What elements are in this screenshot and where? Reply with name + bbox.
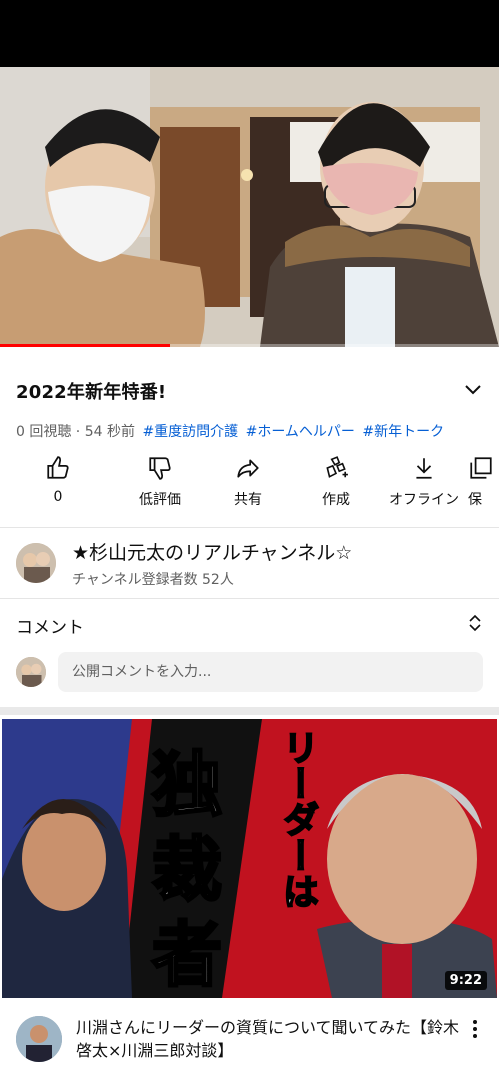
recommended-thumbnail[interactable]: 独 裁 者 リーダーは 9:22: [2, 719, 497, 998]
video-progress-bar[interactable]: [0, 344, 499, 347]
hashtag-link[interactable]: #新年トーク: [362, 424, 444, 439]
channel-avatar[interactable]: [16, 543, 56, 583]
video-progress-fill: [0, 344, 170, 347]
hashtag-link[interactable]: #重度訪問介護: [142, 424, 238, 439]
video-title: 2022年新年特番!: [16, 382, 167, 403]
comments-section[interactable]: コメント: [0, 599, 499, 707]
dislike-button[interactable]: 低評価: [116, 455, 204, 511]
create-icon: [326, 456, 348, 478]
share-icon: [237, 459, 259, 478]
more-options-icon[interactable]: [467, 1016, 483, 1062]
recommended-title[interactable]: 川淵さんにリーダーの資質について聞いてみた【鈴木啓太×川淵三郎対談】: [76, 1016, 467, 1062]
save-icon: [470, 457, 492, 479]
video-player[interactable]: [0, 67, 499, 347]
section-gap: [0, 707, 499, 715]
download-icon: [416, 458, 432, 479]
channel-row[interactable]: ★杉山元太のリアルチャンネル☆ チャンネル登録者数 52人: [0, 528, 499, 598]
like-count: 0: [53, 489, 63, 505]
channel-name[interactable]: ★杉山元太のリアルチャンネル☆: [72, 538, 352, 565]
thumbnail-overlay-text: 独 裁 者 リーダーは: [151, 728, 322, 998]
save-label: 保: [468, 492, 482, 508]
status-bar: [0, 0, 499, 67]
like-button[interactable]: 0: [0, 455, 116, 511]
comment-input[interactable]: [58, 652, 483, 692]
expand-icon[interactable]: [467, 613, 483, 638]
recommended-channel-avatar[interactable]: [16, 1016, 62, 1062]
hashtag-link[interactable]: #ホームヘルパー: [246, 424, 355, 439]
share-label: 共有: [234, 492, 262, 508]
duration-badge: 9:22: [444, 971, 487, 990]
download-label: オフライン: [389, 492, 459, 508]
video-meta: 0 回視聴 · 54 秒前 #重度訪問介護 #ホームヘルパー #新年トーク: [16, 424, 445, 439]
thumbs-up-icon: [47, 456, 69, 479]
create-label: 作成: [322, 492, 350, 508]
share-button[interactable]: 共有: [204, 455, 292, 511]
upload-age: 54 秒前: [84, 424, 135, 439]
create-button[interactable]: 作成: [292, 455, 380, 511]
view-count: 0 回視聴: [16, 424, 72, 439]
thumbnail-char-3: 者: [151, 912, 224, 998]
video-title-row[interactable]: 2022年新年特番!: [0, 347, 499, 409]
thumbnail-vertical-text: リーダーは: [276, 728, 320, 910]
download-button[interactable]: オフライン: [380, 455, 468, 511]
subscriber-count: チャンネル登録者数 52人: [72, 571, 234, 588]
thumbs-down-icon: [149, 457, 171, 480]
comments-header: コメント: [16, 618, 84, 638]
recommended-video-row[interactable]: 川淵さんにリーダーの資質について聞いてみた【鈴木啓太×川淵三郎対談】: [0, 998, 499, 1062]
user-avatar: [16, 657, 46, 687]
save-button[interactable]: 保: [468, 455, 499, 511]
video-frame: [0, 67, 499, 347]
chevron-down-icon[interactable]: [463, 379, 483, 403]
action-bar: 0 低評価 共有 作成 オフライン 保: [0, 439, 499, 511]
dislike-label: 低評価: [139, 492, 181, 508]
